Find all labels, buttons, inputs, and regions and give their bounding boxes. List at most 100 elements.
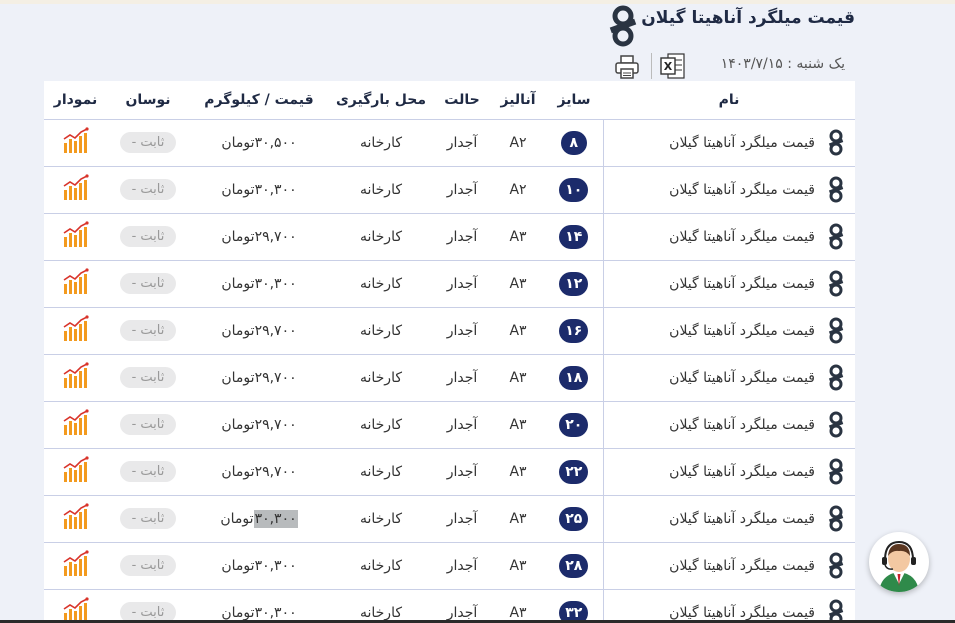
cell-name[interactable]: قیمت میلگرد آناهیتا گیلان: [602, 165, 855, 213]
table-row[interactable]: قیمت میلگرد آناهیتا گیلان ۲۵ A۳ آجدار کارخان…: [44, 494, 855, 542]
cell-name[interactable]: قیمت میلگرد آناهیتا گیلان: [602, 494, 855, 542]
cell-location: کارخانه: [329, 400, 433, 448]
cell-state: آجدار: [433, 541, 491, 589]
table-row[interactable]: قیمت میلگرد آناهیتا گیلان ۱۰ A۲ آجدار کارخان…: [44, 165, 855, 213]
trend-badge: ثابت -: [119, 414, 177, 435]
cell-state: آجدار: [433, 447, 491, 495]
table-row[interactable]: قیمت میلگرد آناهیتا گیلان ۱۲ A۳ آجدار کارخان…: [44, 259, 855, 307]
cell-name[interactable]: قیمت میلگرد آناهیتا گیلان: [602, 353, 855, 401]
row-logo-icon: [828, 505, 844, 531]
cell-price: ۳۰,۳۰۰تومان: [189, 165, 329, 213]
cell-location: کارخانه: [329, 494, 433, 542]
cell-chart[interactable]: [44, 588, 107, 623]
row-logo-icon: [828, 552, 844, 578]
excel-icon[interactable]: X: [660, 52, 686, 80]
table-row[interactable]: قیمت میلگرد آناهیتا گیلان ۲۰ A۳ آجدار کارخان…: [44, 400, 855, 448]
cell-chart[interactable]: [44, 165, 107, 213]
cell-analysis: A۲: [491, 165, 545, 213]
size-badge: ۲۰: [559, 412, 589, 437]
cell-size: ۲۰: [545, 400, 603, 448]
cell-name[interactable]: قیمت میلگرد آناهیتا گیلان: [602, 541, 855, 589]
cell-size: ۱۴: [545, 212, 603, 260]
cell-analysis: A۳: [491, 588, 545, 623]
header-name: نام: [603, 81, 855, 119]
cell-name[interactable]: قیمت میلگرد آناهیتا گیلان: [602, 447, 855, 495]
date-label: یک شنبه : ۱۴۰۳/۷/۱۵: [720, 56, 845, 72]
cell-chart[interactable]: [44, 400, 107, 448]
cell-chart[interactable]: [44, 494, 107, 542]
cell-name[interactable]: قیمت میلگرد آناهیتا گیلان: [602, 259, 855, 307]
price-unit: تومان: [221, 416, 255, 433]
cell-size: ۲۲: [545, 447, 603, 495]
cell-name[interactable]: قیمت میلگرد آناهیتا گیلان: [602, 118, 855, 166]
toolbar-divider: [651, 53, 652, 79]
cell-location: کارخانه: [329, 259, 433, 307]
bar-chart-icon: [63, 408, 89, 435]
row-name: قیمت میلگرد آناهیتا گیلان: [669, 557, 815, 574]
price-unit: تومان: [220, 510, 254, 527]
cell-chart[interactable]: [44, 541, 107, 589]
table-row[interactable]: قیمت میلگرد آناهیتا گیلان ۱۸ A۳ آجدار کارخان…: [44, 353, 855, 401]
header-chart: نمودار: [44, 81, 107, 119]
price-table-container[interactable]: نام سایز آنالیز حالت محل بارگیری قیمت / …: [44, 81, 855, 623]
cell-analysis: A۳: [491, 447, 545, 495]
table-row[interactable]: قیمت میلگرد آناهیتا گیلان ۳۲ A۳ آجدار کارخان…: [44, 588, 855, 623]
price-unit: تومان: [221, 604, 255, 621]
table-row[interactable]: قیمت میلگرد آناهیتا گیلان ۸ A۲ آجدار کارخانه…: [44, 118, 855, 166]
price-value: ۳۰,۳۰۰: [254, 181, 297, 198]
row-name: قیمت میلگرد آناهیتا گیلان: [669, 463, 815, 480]
cell-state: آجدار: [433, 494, 491, 542]
price-unit: تومان: [221, 228, 255, 245]
row-logo-icon: [828, 129, 844, 155]
row-name: قیمت میلگرد آناهیتا گیلان: [669, 416, 815, 433]
cell-price: ۳۰,۳۰۰تومان: [189, 259, 329, 307]
price-unit: تومان: [221, 275, 255, 292]
row-logo-icon: [828, 364, 844, 390]
table-row[interactable]: قیمت میلگرد آناهیتا گیلان ۱۴ A۳ آجدار کارخان…: [44, 212, 855, 260]
cell-chart[interactable]: [44, 447, 107, 495]
table-row[interactable]: قیمت میلگرد آناهیتا گیلان ۱۶ A۳ آجدار کارخان…: [44, 306, 855, 354]
cell-name[interactable]: قیمت میلگرد آناهیتا گیلان: [602, 588, 855, 623]
header-analysis: آنالیز: [491, 81, 545, 119]
cell-name[interactable]: قیمت میلگرد آناهیتا گیلان: [602, 212, 855, 260]
cell-chart[interactable]: [44, 118, 107, 166]
print-icon[interactable]: [614, 54, 640, 80]
header-trend: نوسان: [107, 81, 189, 119]
cell-chart[interactable]: [44, 306, 107, 354]
cell-state: آجدار: [433, 259, 491, 307]
support-agent-icon[interactable]: [869, 532, 929, 592]
cell-price: ۲۹,۷۰۰تومان: [189, 212, 329, 260]
cell-state: آجدار: [433, 400, 491, 448]
price-unit: تومان: [221, 557, 255, 574]
table-row[interactable]: قیمت میلگرد آناهیتا گیلان ۲۸ A۳ آجدار کارخان…: [44, 541, 855, 589]
cell-state: آجدار: [433, 165, 491, 213]
cell-size: ۱۸: [545, 353, 603, 401]
price-unit: تومان: [221, 463, 255, 480]
header-state: حالت: [433, 81, 491, 119]
price-unit: تومان: [221, 134, 255, 151]
row-name: قیمت میلگرد آناهیتا گیلان: [669, 369, 815, 386]
cell-name[interactable]: قیمت میلگرد آناهیتا گیلان: [602, 306, 855, 354]
row-logo-icon: [828, 176, 844, 202]
cell-location: کارخانه: [329, 118, 433, 166]
trend-badge: ثابت -: [119, 273, 177, 294]
cell-analysis: A۳: [491, 541, 545, 589]
cell-price: ۲۹,۷۰۰تومان: [189, 353, 329, 401]
price-value: ۳۰,۳۰۰: [254, 557, 297, 574]
cell-analysis: A۳: [491, 306, 545, 354]
price-value: ۲۹,۷۰۰: [254, 369, 297, 386]
row-name: قیمت میلگرد آناهیتا گیلان: [669, 510, 815, 527]
cell-chart[interactable]: [44, 259, 107, 307]
row-logo-icon: [828, 223, 844, 249]
cell-chart[interactable]: [44, 353, 107, 401]
cell-trend: ثابت -: [107, 494, 189, 542]
bar-chart-icon: [63, 173, 89, 200]
cell-name[interactable]: قیمت میلگرد آناهیتا گیلان: [602, 400, 855, 448]
header-location: محل بارگیری: [329, 81, 433, 119]
cell-chart[interactable]: [44, 212, 107, 260]
price-value: ۲۹,۷۰۰: [254, 463, 297, 480]
top-strip: [0, 0, 955, 4]
row-name: قیمت میلگرد آناهیتا گیلان: [669, 228, 815, 245]
table-row[interactable]: قیمت میلگرد آناهیتا گیلان ۲۲ A۳ آجدار کارخان…: [44, 447, 855, 495]
cell-price: ۳۰,۳۰۰تومان: [189, 541, 329, 589]
